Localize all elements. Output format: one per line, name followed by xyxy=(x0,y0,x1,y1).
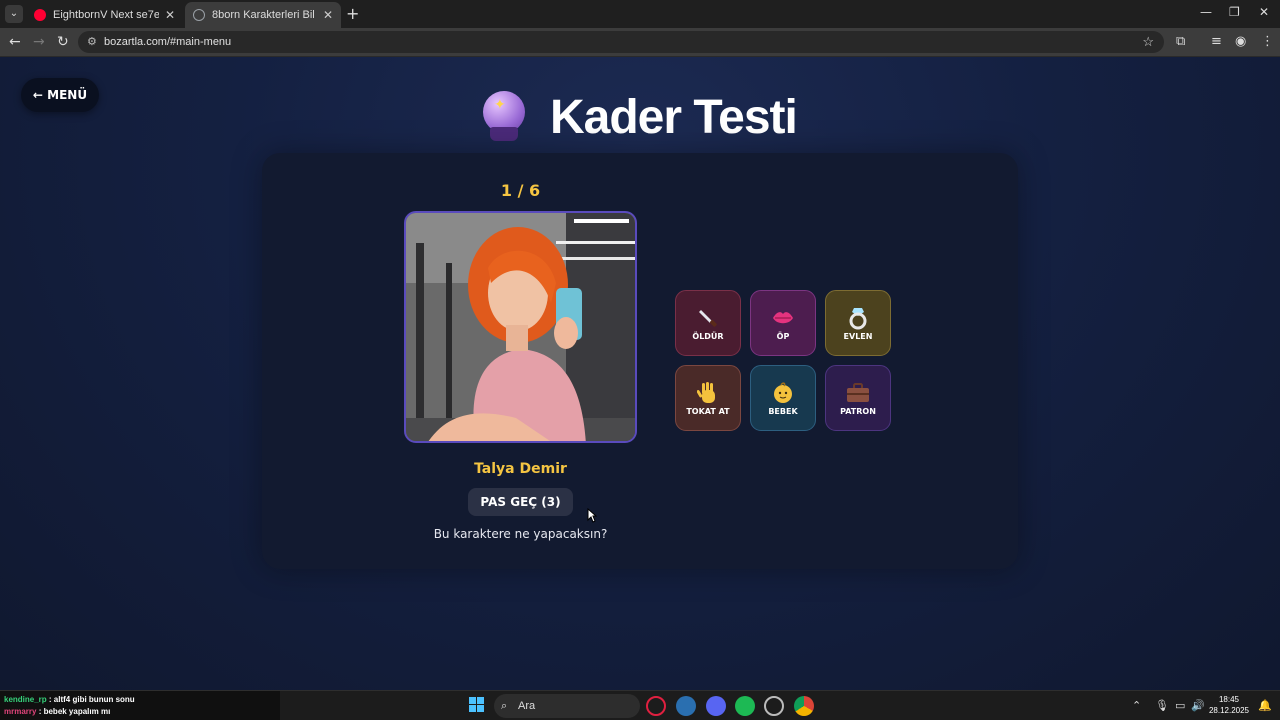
restore-window-icon[interactable]: ❐ xyxy=(1229,5,1240,19)
browser-tab-active[interactable]: 8born Karakterleri Bil - Bozartla ✕ xyxy=(185,2,341,28)
mouse-cursor-icon xyxy=(587,507,598,527)
chat-user: kendine_rp xyxy=(4,695,47,704)
youtube-favicon-icon xyxy=(34,9,46,21)
character-portrait-image xyxy=(406,213,635,441)
reload-icon[interactable]: ↻ xyxy=(57,34,69,50)
browser-toolbar: ← → ↻ ⚙ bozartla.com/#main-menu ☆ ⧉ ≡ ◉ … xyxy=(0,28,1280,57)
ring-icon xyxy=(847,306,869,330)
page-title: Kader Testi xyxy=(550,90,798,144)
choice-label: ÖLDÜR xyxy=(692,331,724,341)
spotify-app-icon[interactable] xyxy=(735,696,755,716)
discord-app-icon[interactable] xyxy=(706,696,726,716)
system-clock[interactable]: 18:45 28.12.2025 xyxy=(1205,694,1253,716)
windows-start-icon[interactable] xyxy=(469,697,485,713)
browser-tab[interactable]: EightbornV Next se7en bokposu ✕ xyxy=(26,2,183,28)
tab-search-button[interactable]: ⌄ xyxy=(5,5,23,23)
choice-label: ÖP xyxy=(776,331,790,341)
network-icon[interactable]: ▭ xyxy=(1175,699,1185,712)
globe-favicon-icon xyxy=(193,9,205,21)
character-name: Talya Demir xyxy=(474,461,567,477)
app-icon[interactable] xyxy=(764,696,784,716)
briefcase-icon xyxy=(846,381,870,405)
waving-hand-icon xyxy=(697,381,719,405)
volume-icon[interactable]: 🔊 xyxy=(1191,699,1205,712)
close-window-icon[interactable]: ✕ xyxy=(1259,5,1269,19)
tab-title: EightbornV Next se7en bokposu xyxy=(53,9,159,21)
clock-date: 28.12.2025 xyxy=(1208,706,1250,715)
game-card xyxy=(262,153,1018,569)
choice-label: EVLEN xyxy=(843,331,873,341)
chat-text: : bebek yapalım mı xyxy=(38,707,111,716)
chat-message: kendine_rp : altf4 gibi bunun sonu xyxy=(4,694,276,706)
bookmark-star-icon[interactable]: ☆ xyxy=(1142,31,1154,53)
choice-label: TOKAT AT xyxy=(686,406,730,416)
address-bar[interactable]: ⚙ bozartla.com/#main-menu ☆ xyxy=(78,31,1164,53)
pass-button[interactable]: PAS GEÇ (3) xyxy=(468,488,573,516)
choice-button-slap[interactable]: TOKAT AT xyxy=(675,365,741,431)
new-tab-button[interactable]: + xyxy=(346,5,359,23)
close-tab-icon[interactable]: ✕ xyxy=(323,8,333,22)
back-arrow-icon[interactable]: ← xyxy=(9,34,21,50)
chat-user: mrmarry xyxy=(4,707,37,716)
choice-label: BEBEK xyxy=(768,406,798,416)
choice-button-baby[interactable]: BEBEK xyxy=(750,365,816,431)
search-placeholder: Ara xyxy=(518,700,536,712)
title-row: ✦ Kader Testi xyxy=(480,87,798,147)
chevron-up-icon[interactable]: ⌃ xyxy=(1132,699,1141,712)
stream-chat-overlay: kendine_rp : altf4 gibi bunun sonu mrmar… xyxy=(0,691,280,720)
choice-button-kiss[interactable]: ÖP xyxy=(750,290,816,356)
url-text: bozartla.com/#main-menu xyxy=(104,36,232,48)
taskbar-search[interactable]: ⌕ Ara xyxy=(494,694,640,718)
chrome-app-icon[interactable] xyxy=(794,696,814,716)
baby-icon xyxy=(772,381,794,405)
character-portrait xyxy=(404,211,637,443)
knife-icon xyxy=(697,306,719,330)
browser-tab-strip: ⌄ EightbornV Next se7en bokposu ✕ 8born … xyxy=(0,0,1280,28)
notification-bell-icon[interactable]: 🔔 xyxy=(1258,699,1272,712)
progress-counter: 1 / 6 xyxy=(500,181,541,200)
chat-text: : altf4 gibi bunun sonu xyxy=(48,695,135,704)
choice-button-marry[interactable]: EVLEN xyxy=(825,290,891,356)
media-control-icon[interactable]: ≡ xyxy=(1211,34,1222,49)
site-info-icon[interactable]: ⚙ xyxy=(87,31,97,53)
microphone-icon[interactable]: 🎙 xyxy=(1155,699,1169,712)
browser-menu-icon[interactable]: ⋮ xyxy=(1261,34,1274,49)
os-taskbar: kendine_rp : altf4 gibi bunun sonu mrmar… xyxy=(0,690,1280,720)
forward-arrow-icon[interactable]: → xyxy=(33,34,45,50)
back-to-menu-button[interactable]: ← MENÜ xyxy=(21,78,99,112)
minimize-window-icon[interactable]: — xyxy=(1200,5,1212,19)
close-tab-icon[interactable]: ✕ xyxy=(165,8,175,22)
question-text: Bu karaktere ne yapacaksın? xyxy=(433,527,608,541)
choice-button-boss[interactable]: PATRON xyxy=(825,365,891,431)
extensions-icon[interactable]: ⧉ xyxy=(1176,34,1185,49)
choice-label: PATRON xyxy=(840,406,876,416)
tab-title: 8born Karakterleri Bil - Bozartla xyxy=(212,9,317,21)
search-icon: ⌕ xyxy=(501,700,508,712)
profile-avatar-icon[interactable]: ◉ xyxy=(1235,34,1246,49)
clock-time: 18:45 xyxy=(1218,695,1240,704)
crystal-ball-icon: ✦ xyxy=(480,89,528,145)
choice-button-kill[interactable]: ÖLDÜR xyxy=(675,290,741,356)
app-icon[interactable] xyxy=(676,696,696,716)
chat-message: mrmarry : bebek yapalım mı xyxy=(4,706,276,718)
opera-app-icon[interactable] xyxy=(646,696,666,716)
lips-icon xyxy=(771,306,795,330)
